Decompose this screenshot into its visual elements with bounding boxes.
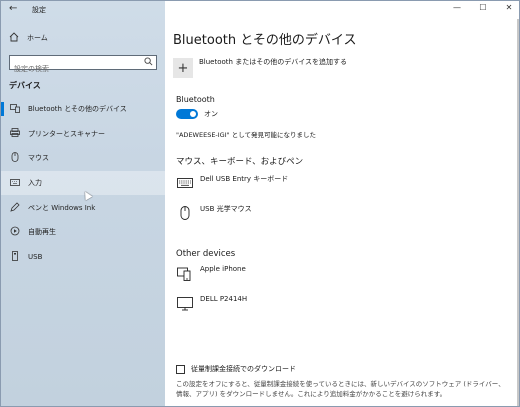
device-name: DELL P2414H — [200, 295, 248, 303]
bluetooth-devices-icon — [9, 103, 21, 115]
scrollbar[interactable] — [517, 19, 519, 406]
main-content: — ☐ ✕ Bluetooth とその他のデバイス + Bluetooth また… — [165, 1, 519, 406]
other-devices-heading: Other devices — [176, 249, 236, 259]
device-mouse[interactable]: USB 光学マウス — [176, 205, 252, 220]
device-iphone[interactable]: Apple iPhone — [176, 265, 246, 281]
minimize-icon[interactable]: — — [451, 3, 463, 12]
metered-description: この設定をオフにすると、従量制課金接続を使っているときには、新しいデバイスのソフ… — [176, 380, 505, 398]
mouse-icon — [176, 206, 194, 220]
plus-icon: + — [173, 58, 193, 78]
section-title: デバイス — [9, 81, 41, 90]
search-box[interactable] — [9, 55, 157, 76]
device-name: Dell USB Entry キーボード — [200, 175, 289, 183]
bluetooth-label: Bluetooth — [176, 95, 215, 104]
title-bar: ← 設定 — [1, 1, 165, 19]
bluetooth-toggle[interactable] — [176, 109, 198, 119]
sidebar-item-label: プリンターとスキャナー — [28, 129, 105, 138]
keyboard-icon — [176, 176, 194, 190]
sidebar-item-usb[interactable]: USB — [1, 245, 165, 270]
sidebar: ← 設定 ホーム デバイス Bluetooth とその他のデバイス — [1, 1, 165, 406]
maximize-icon[interactable]: ☐ — [477, 3, 489, 12]
back-arrow-icon[interactable]: ← — [9, 3, 17, 14]
add-device-button[interactable]: + Bluetooth またはその他のデバイスを追加する — [173, 58, 347, 78]
sidebar-item-mouse[interactable]: マウス — [1, 146, 165, 171]
monitor-icon — [176, 297, 194, 311]
sidebar-item-label: マウス — [28, 154, 49, 163]
sidebar-nav: Bluetooth とその他のデバイス プリンターとスキャナー マウス 入力 ペ… — [1, 97, 165, 269]
sidebar-item-bluetooth[interactable]: Bluetooth とその他のデバイス — [1, 97, 165, 122]
bluetooth-toggle-row: オン — [176, 109, 218, 119]
metered-download-label: 従量制課金接続でのダウンロード — [191, 365, 296, 373]
sidebar-item-label: 入力 — [28, 179, 42, 188]
search-icon[interactable] — [144, 57, 153, 69]
metered-download-checkbox[interactable] — [176, 364, 185, 374]
sidebar-item-label: Bluetooth とその他のデバイス — [28, 105, 127, 114]
sidebar-item-autoplay[interactable]: 自動再生 — [1, 220, 165, 245]
keyboard-icon — [9, 178, 21, 188]
device-name: USB 光学マウス — [200, 205, 252, 213]
settings-window: ← 設定 ホーム デバイス Bluetooth とその他のデバイス — [0, 0, 520, 407]
app-title: 設定 — [32, 6, 46, 14]
device-monitor[interactable]: DELL P2414H — [176, 295, 248, 311]
sidebar-item-label: 自動再生 — [28, 228, 56, 237]
sidebar-item-label: USB — [28, 252, 43, 261]
discoverable-text: "ADEWEESE-IGI" として発見可能になりました — [176, 131, 316, 139]
phone-icon — [176, 267, 194, 281]
search-input[interactable] — [10, 62, 135, 76]
input-devices-heading: マウス、キーボード、およびペン — [176, 157, 304, 167]
page-title: Bluetooth とその他のデバイス — [173, 33, 357, 48]
window-controls: — ☐ ✕ — [451, 3, 515, 12]
autoplay-icon — [9, 226, 21, 238]
printer-icon — [9, 128, 21, 139]
toggle-state-label: オン — [204, 110, 218, 118]
device-keyboard[interactable]: Dell USB Entry キーボード — [176, 175, 289, 190]
add-device-label: Bluetooth またはその他のデバイスを追加する — [199, 58, 347, 66]
home-label: ホーム — [27, 34, 48, 42]
home-icon — [9, 31, 21, 45]
metered-download-checkbox-row[interactable]: 従量制課金接続でのダウンロード — [176, 364, 296, 374]
sidebar-item-pen[interactable]: ペンと Windows Ink — [1, 195, 165, 220]
toggle-knob — [190, 111, 196, 117]
sidebar-item-printers[interactable]: プリンターとスキャナー — [1, 122, 165, 147]
home-nav-item[interactable]: ホーム — [9, 31, 48, 45]
mouse-icon — [9, 152, 21, 164]
close-icon[interactable]: ✕ — [503, 3, 515, 12]
sidebar-item-label: ペンと Windows Ink — [28, 203, 96, 212]
usb-icon — [9, 250, 21, 263]
pen-icon — [9, 202, 21, 214]
device-name: Apple iPhone — [200, 265, 246, 273]
